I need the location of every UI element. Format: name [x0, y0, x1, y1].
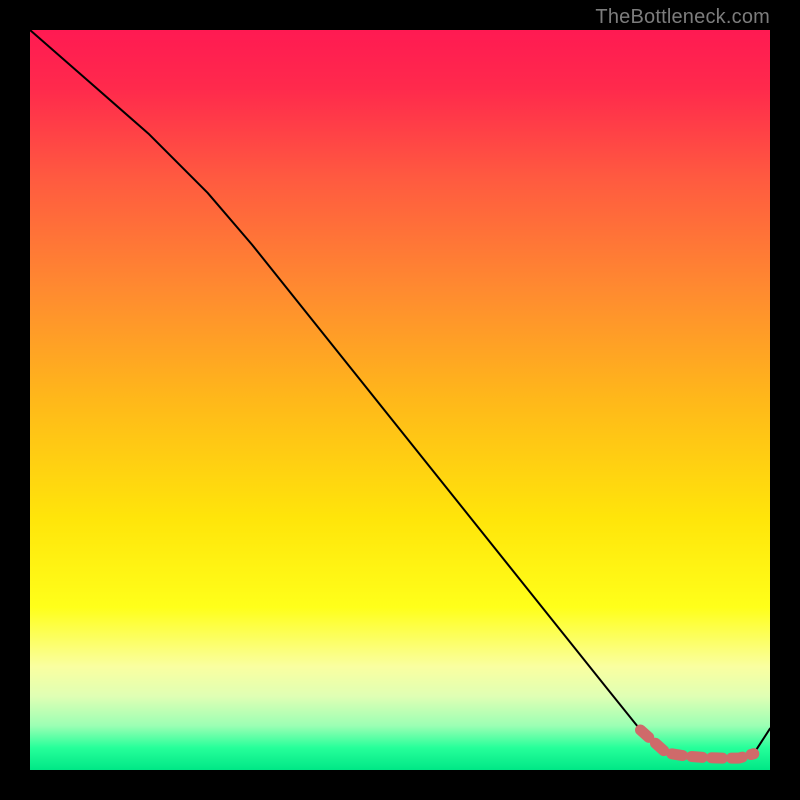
bottleneck-curve — [30, 30, 770, 758]
highlight-end-dot — [748, 748, 759, 759]
highlight-segment — [641, 730, 754, 758]
chart-overlay — [30, 30, 770, 770]
chart-frame: TheBottleneck.com — [0, 0, 800, 800]
watermark-label: TheBottleneck.com — [595, 6, 770, 29]
